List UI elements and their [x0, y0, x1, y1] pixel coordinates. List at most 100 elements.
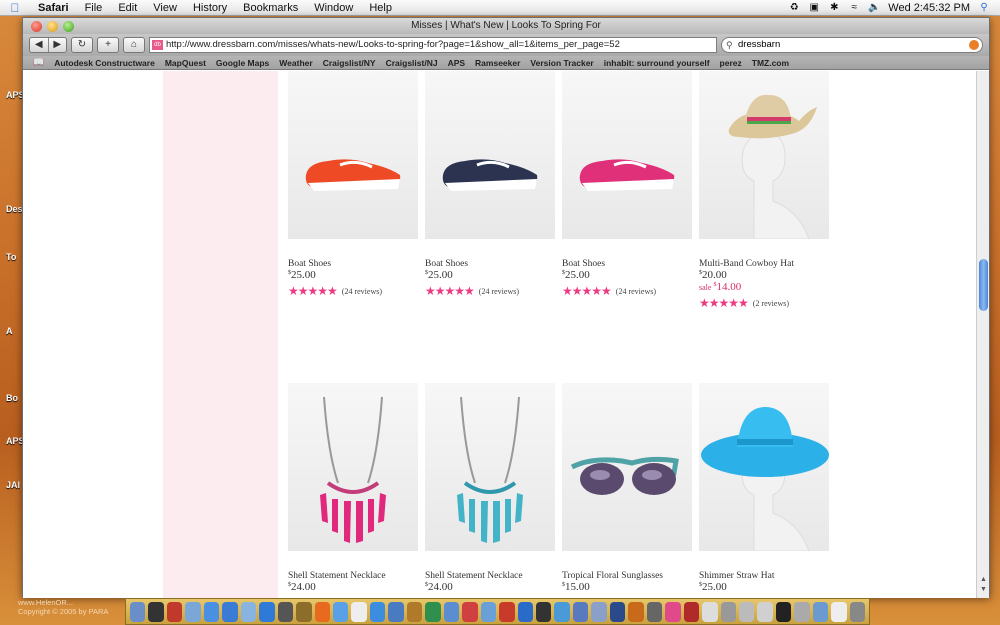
- app-icon[interactable]: [535, 601, 552, 622]
- back-button[interactable]: ◀: [30, 38, 49, 52]
- app-icon[interactable]: [738, 601, 755, 622]
- app-icon[interactable]: [683, 601, 700, 622]
- app-icon[interactable]: [166, 601, 183, 622]
- product-name[interactable]: Shell Statement Necklace: [288, 571, 418, 581]
- app-icon[interactable]: [702, 601, 718, 622]
- bookmark-item[interactable]: Ramseeker: [475, 58, 520, 68]
- app-icon[interactable]: [646, 601, 663, 622]
- home-button[interactable]: ⌂: [123, 37, 145, 53]
- product-image-necklace-teal[interactable]: [425, 383, 555, 551]
- menu-app-name[interactable]: Safari: [30, 2, 77, 14]
- menu-clock[interactable]: Wed 2:45:32 PM: [888, 2, 970, 14]
- app-icon[interactable]: [794, 601, 810, 622]
- app-icon[interactable]: [554, 601, 570, 622]
- spotlight-icon[interactable]: ⚲: [978, 2, 990, 13]
- app-icon[interactable]: [388, 601, 404, 622]
- app-icon[interactable]: [296, 601, 312, 622]
- minimize-window-button[interactable]: [47, 21, 58, 32]
- app-icon[interactable]: [775, 601, 792, 622]
- app-icon[interactable]: [628, 601, 644, 622]
- bookmark-item[interactable]: APS: [448, 58, 465, 68]
- app-icon[interactable]: [572, 601, 589, 622]
- finder-icon[interactable]: [130, 601, 146, 622]
- desktop-icon-label[interactable]: JAI: [6, 480, 20, 490]
- bookmark-item[interactable]: Weather: [279, 58, 312, 68]
- bookmark-item[interactable]: TMZ.com: [752, 58, 789, 68]
- review-count[interactable]: (2 reviews): [753, 299, 789, 308]
- firefox-icon[interactable]: [314, 601, 330, 622]
- mail-icon[interactable]: [185, 601, 201, 622]
- snapback-icon[interactable]: [969, 40, 979, 50]
- scrollbar-thumb[interactable]: [979, 259, 988, 311]
- product-rating[interactable]: ★★★★★ (24 reviews): [425, 284, 555, 299]
- product-image-boat-shoe-orange[interactable]: [288, 71, 418, 239]
- menu-bookmarks[interactable]: Bookmarks: [235, 2, 306, 14]
- title-bar[interactable]: Misses | What's New | Looks To Spring Fo…: [23, 18, 989, 34]
- product-tile[interactable]: Boat Shoes $25.00 ★★★★★ (24 reviews): [288, 71, 418, 299]
- show-all-bookmarks-icon[interactable]: 📖: [33, 57, 44, 68]
- menu-edit[interactable]: Edit: [110, 2, 145, 14]
- apple-menu-icon[interactable]: : [0, 1, 30, 15]
- app-icon[interactable]: [425, 601, 441, 622]
- app-icon[interactable]: [831, 601, 847, 622]
- app-icon[interactable]: [812, 601, 829, 622]
- app-icon[interactable]: [240, 601, 257, 622]
- product-tile[interactable]: Shell Statement Necklace $24.00: [288, 383, 418, 593]
- app-icon[interactable]: [591, 601, 607, 622]
- sync-icon[interactable]: ♻: [788, 2, 800, 13]
- product-image-boat-shoe-pink[interactable]: [562, 71, 692, 239]
- bookmark-item[interactable]: MapQuest: [165, 58, 206, 68]
- app-icon[interactable]: [332, 601, 349, 622]
- address-bar[interactable]: db http://www.dressbarn.com/misses/whats…: [149, 37, 717, 53]
- safari-icon[interactable]: [222, 601, 238, 622]
- app-icon[interactable]: [665, 601, 681, 622]
- menu-window[interactable]: Window: [306, 2, 361, 14]
- product-tile[interactable]: Boat Shoes $25.00 ★★★★★ (24 reviews): [562, 71, 692, 299]
- review-count[interactable]: (24 reviews): [342, 287, 382, 296]
- review-count[interactable]: (24 reviews): [616, 287, 656, 296]
- forward-button[interactable]: ▶: [49, 38, 67, 52]
- product-name[interactable]: Shell Statement Necklace: [425, 571, 555, 581]
- product-tile[interactable]: Multi-Band Cowboy Hat $20.00 sale $14.00…: [699, 71, 829, 311]
- product-rating[interactable]: ★★★★★ (24 reviews): [288, 284, 418, 299]
- desktop-icon-label[interactable]: Des: [6, 204, 23, 214]
- volume-icon[interactable]: 🔈: [868, 2, 880, 13]
- app-icon[interactable]: [720, 601, 736, 622]
- bookmark-item[interactable]: Craigslist/NJ: [386, 58, 438, 68]
- app-icon[interactable]: [480, 601, 497, 622]
- desktop-icon-label[interactable]: To: [6, 252, 16, 262]
- app-icon[interactable]: [259, 601, 275, 622]
- product-name[interactable]: Boat Shoes: [425, 259, 555, 269]
- product-name[interactable]: Shimmer Straw Hat: [699, 571, 829, 581]
- app-icon[interactable]: [757, 601, 773, 622]
- app-icon[interactable]: [277, 601, 294, 622]
- close-window-button[interactable]: [31, 21, 42, 32]
- dashboard-icon[interactable]: [148, 601, 164, 622]
- bookmark-item[interactable]: Craigslist/NY: [323, 58, 376, 68]
- product-tile[interactable]: Boat Shoes $25.00 ★★★★★ (24 reviews): [425, 71, 555, 299]
- menu-file[interactable]: File: [77, 2, 111, 14]
- app-icon[interactable]: [499, 601, 515, 622]
- product-rating[interactable]: ★★★★★ (24 reviews): [562, 284, 692, 299]
- product-image-cowboy-hat[interactable]: [699, 71, 829, 239]
- product-name[interactable]: Boat Shoes: [562, 259, 692, 269]
- bookmark-item[interactable]: Version Tracker: [530, 58, 593, 68]
- vertical-scrollbar[interactable]: ▲ ▼: [976, 71, 989, 598]
- product-tile[interactable]: Shell Statement Necklace $24.00: [425, 383, 555, 593]
- bookmark-item[interactable]: Autodesk Constructware: [54, 58, 155, 68]
- scroll-down-arrow-icon[interactable]: ▼: [979, 586, 988, 595]
- product-image-necklace-pink[interactable]: [288, 383, 418, 551]
- app-icon[interactable]: [609, 601, 626, 622]
- product-tile[interactable]: Shimmer Straw Hat $25.00: [699, 383, 829, 593]
- product-rating[interactable]: ★★★★★ (2 reviews): [699, 296, 829, 311]
- app-icon[interactable]: [517, 601, 533, 622]
- zoom-window-button[interactable]: [63, 21, 74, 32]
- app-icon[interactable]: [406, 601, 423, 622]
- trash-icon[interactable]: [849, 601, 866, 622]
- search-field[interactable]: ⚲ dressbarn: [721, 37, 983, 53]
- display-icon[interactable]: ▣: [808, 2, 820, 13]
- product-name[interactable]: Multi-Band Cowboy Hat: [699, 259, 829, 269]
- reload-button[interactable]: ↻: [71, 37, 93, 53]
- scroll-up-arrow-icon[interactable]: ▲: [979, 576, 988, 585]
- product-image-sunglasses[interactable]: [562, 383, 692, 551]
